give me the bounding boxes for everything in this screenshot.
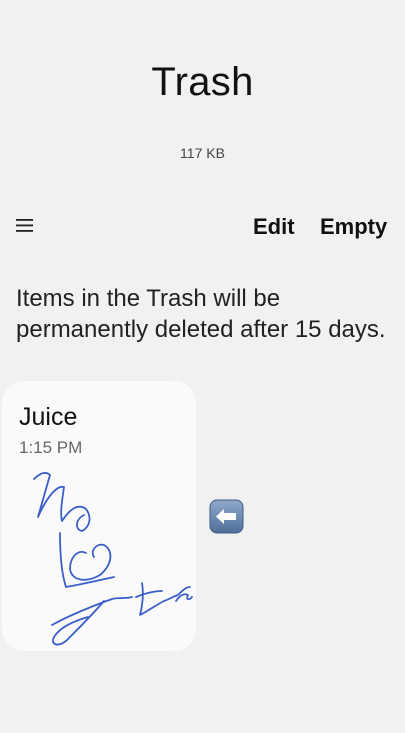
toolbar: Edit Empty (0, 208, 405, 244)
empty-button[interactable]: Empty (320, 214, 387, 240)
trash-size: 117 KB (180, 145, 225, 161)
note-title: Juice (19, 403, 78, 431)
hamburger-menu-icon[interactable] (14, 212, 36, 238)
handwriting-sketch (33, 472, 193, 646)
page-title: Trash (151, 60, 254, 104)
edit-button[interactable]: Edit (253, 214, 295, 240)
left-arrow-emoji-icon[interactable] (209, 499, 244, 534)
note-card[interactable]: Juice 1:15 PM (2, 381, 196, 651)
trash-notice: Items in the Trash will be permanently d… (16, 285, 386, 343)
note-time: 1:15 PM (19, 438, 83, 457)
